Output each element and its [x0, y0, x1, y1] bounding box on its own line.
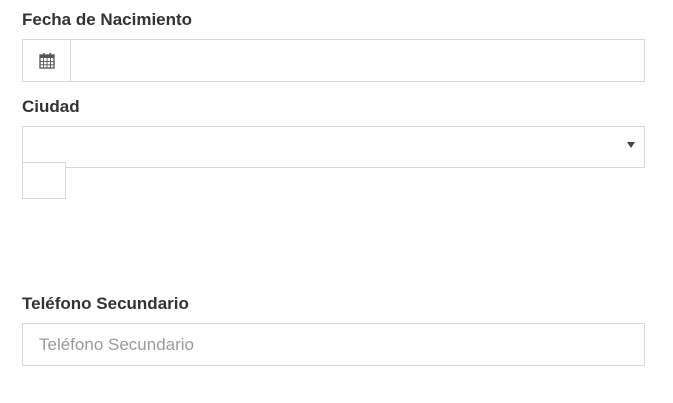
birth-date-input-group [22, 39, 645, 82]
city-label: Ciudad [22, 97, 80, 116]
city-select[interactable] [22, 126, 645, 168]
birth-date-field[interactable] [71, 40, 644, 81]
secondary-phone-label: Teléfono Secundario [22, 294, 189, 313]
birth-date-label: Fecha de Nacimiento [22, 10, 193, 29]
city-dropdown-panel[interactable] [22, 162, 66, 199]
secondary-phone-field[interactable] [22, 323, 645, 366]
caret-down-icon[interactable] [627, 142, 635, 148]
calendar-icon[interactable] [23, 40, 71, 81]
